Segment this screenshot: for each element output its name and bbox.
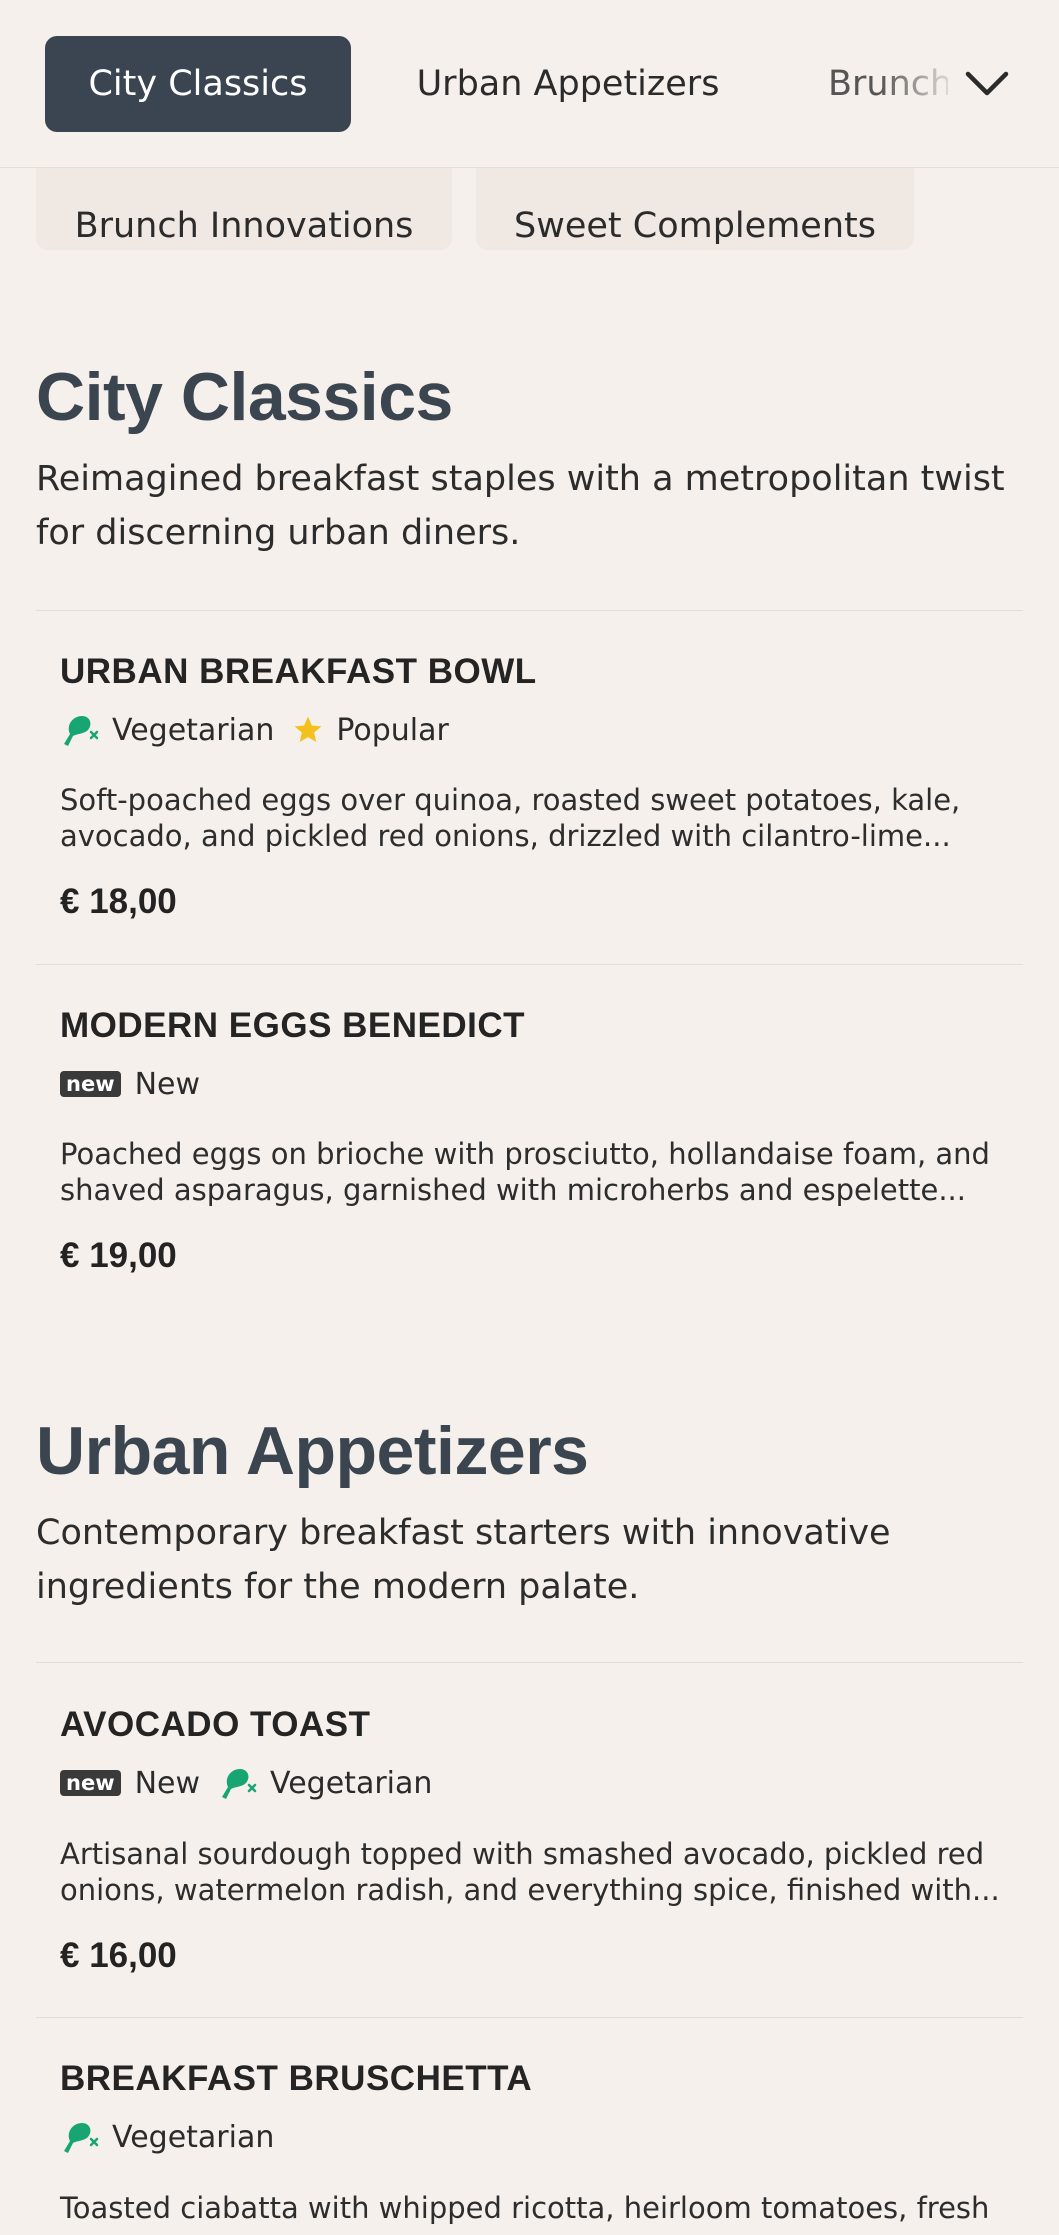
divider	[36, 610, 1023, 611]
tab-urban-appetizers[interactable]: Urban Appetizers	[392, 36, 744, 132]
tag-label: Popular	[336, 712, 449, 748]
tag-label: Vegetarian	[112, 2119, 275, 2155]
star-icon	[292, 714, 324, 746]
tab-label: City Classics	[88, 64, 308, 104]
item-description: Artisanal sourdough topped with smashed …	[60, 1837, 1000, 1907]
tag-label: Vegetarian	[112, 712, 275, 748]
divider	[36, 964, 1023, 965]
section-description: Contemporary breakfast starters with inn…	[36, 1513, 891, 1607]
item-name[interactable]: BREAKFAST BRUSCHETTA	[60, 2059, 532, 2099]
item-tags: new New	[60, 1064, 218, 1104]
tag-label: New	[134, 1765, 201, 1801]
tag-popular: Popular	[292, 713, 449, 748]
section-description: Reimagined breakfast staples with a metr…	[36, 459, 1005, 553]
tag-new: new New	[60, 1766, 200, 1801]
tag-label: Vegetarian	[270, 1765, 433, 1801]
item-name[interactable]: MODERN EGGS BENEDICT	[60, 1006, 525, 1046]
tab-label: Urban Appetizers	[416, 64, 720, 104]
new-badge-icon: new	[60, 1071, 121, 1097]
item-description: Poached eggs on brioche with prosciutto,…	[60, 1137, 990, 1207]
category-tab-bar: City Classics Urban Appetizers Brunch In…	[0, 0, 1059, 168]
vegetarian-drumstick-icon	[218, 1765, 258, 1801]
item-name[interactable]: URBAN BREAKFAST BOWL	[60, 652, 537, 692]
chip-label: Brunch Innovations	[74, 206, 414, 246]
section-title: City Classics	[36, 359, 453, 435]
item-price: € 19,00	[60, 1236, 177, 1275]
item-description: Soft-poached eggs over quinoa, roasted s…	[60, 783, 961, 853]
tag-vegetarian: Vegetarian	[218, 1765, 432, 1801]
tag-label: New	[134, 1066, 201, 1102]
chevron-down-icon[interactable]	[960, 60, 1014, 108]
vegetarian-drumstick-icon	[60, 2119, 100, 2155]
vegetarian-drumstick-icon	[60, 712, 100, 748]
new-badge-icon: new	[60, 1770, 121, 1796]
tag-vegetarian: Vegetarian	[60, 712, 274, 748]
item-tags: Vegetarian Popular	[60, 710, 467, 750]
item-description: Toasted ciabatta with whipped ricotta, h…	[60, 2191, 990, 2225]
item-price: € 16,00	[60, 1936, 177, 1975]
item-price: € 18,00	[60, 882, 177, 921]
divider	[36, 1662, 1023, 1663]
item-tags: new New Vegetarian	[60, 1763, 450, 1803]
item-tags: Vegetarian	[60, 2117, 292, 2157]
item-name[interactable]: AVOCADO TOAST	[60, 1705, 371, 1745]
chip-label: Sweet Complements	[514, 206, 876, 246]
tag-new: new New	[60, 1067, 200, 1102]
section-title: Urban Appetizers	[36, 1413, 589, 1489]
tab-city-classics[interactable]: City Classics	[45, 36, 351, 132]
divider	[36, 2017, 1023, 2018]
tag-vegetarian: Vegetarian	[60, 2119, 274, 2155]
